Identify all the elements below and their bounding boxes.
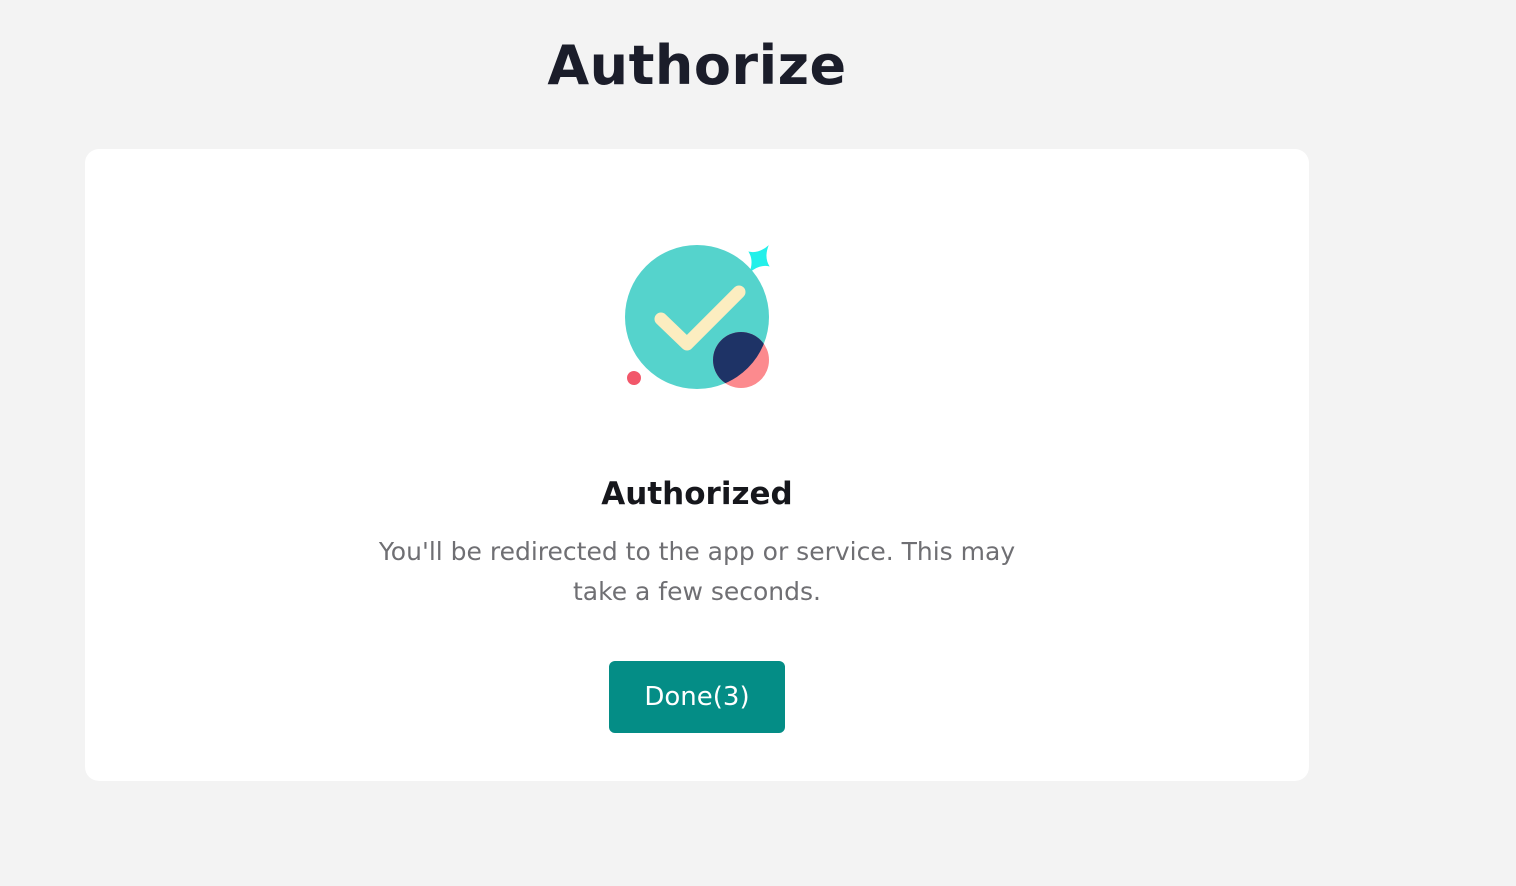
done-button[interactable]: Done(3) bbox=[609, 661, 785, 733]
red-dot bbox=[627, 371, 641, 385]
success-checkmark-icon bbox=[625, 245, 770, 389]
page-title: Authorize bbox=[547, 34, 847, 97]
status-title: Authorized bbox=[601, 476, 793, 512]
authorization-card: Authorized You'll be redirected to the a… bbox=[85, 149, 1309, 781]
authorize-page: Authorize Authorized You'll be redirecte… bbox=[0, 0, 1516, 886]
status-message: You'll be redirected to the app or servi… bbox=[378, 537, 1016, 606]
